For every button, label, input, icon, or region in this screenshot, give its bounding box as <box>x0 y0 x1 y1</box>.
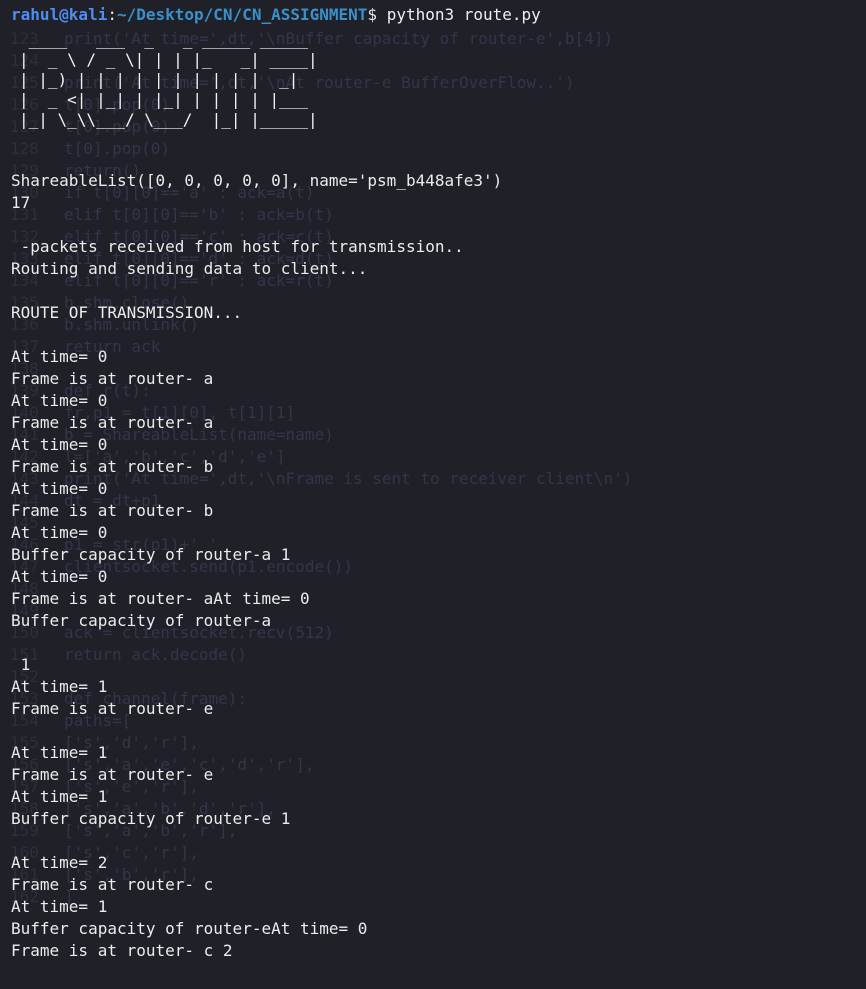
ascii-banner: ____ ___ _ _ _____ _____ | _ \ / _ \| | … <box>19 30 318 129</box>
output-line: Buffer capacity of router-a 1 <box>11 545 291 564</box>
output-line: -packets received from host for transmis… <box>11 237 464 256</box>
output-line: ShareableList([0, 0, 0, 0, 0], name='psm… <box>11 171 503 190</box>
terminal-content: rahul@kali:~/Desktop/CN/CN_ASSIGNMENT$ p… <box>11 4 861 962</box>
shell-prompt: rahul@kali:~/Desktop/CN/CN_ASSIGNMENT$ p… <box>11 4 861 26</box>
output-line: Frame is at router- aAt time= 0 <box>11 589 310 608</box>
output-line: Frame is at router- a <box>11 369 214 388</box>
output-line: At time= 0 <box>11 347 108 366</box>
output-line: At time= 1 <box>11 897 108 916</box>
output-line: Frame is at router- b <box>11 501 214 520</box>
output-line: At time= 2 <box>11 853 108 872</box>
output-line: At time= 0 <box>11 523 108 542</box>
output-line: Buffer capacity of router-eAt time= 0 <box>11 919 368 938</box>
output-line: ROUTE OF TRANSMISSION... <box>11 303 243 322</box>
output-line: At time= 1 <box>11 677 108 696</box>
prompt-separator: : <box>107 5 117 24</box>
prompt-path: ~/Desktop/CN/CN_ASSIGNMENT <box>116 5 368 24</box>
output-line: 1 <box>11 655 31 674</box>
output-line: Buffer capacity of router-a <box>11 611 272 630</box>
prompt-command: python3 route.py <box>386 5 541 24</box>
output-line: At time= 0 <box>11 435 108 454</box>
prompt-symbol: $ <box>367 5 387 24</box>
output-line: At time= 0 <box>11 391 108 410</box>
output-line: Frame is at router- e <box>11 765 214 784</box>
output-line: 17 <box>11 193 31 212</box>
output-line: Frame is at router- c <box>11 875 214 894</box>
program-output: ShareableList([0, 0, 0, 0, 0], name='psm… <box>11 170 861 962</box>
output-line: Frame is at router- e <box>11 699 214 718</box>
output-line: Frame is at router- a <box>11 413 214 432</box>
output-line: Routing and sending data to client... <box>11 259 368 278</box>
output-line: At time= 1 <box>11 787 108 806</box>
output-line: At time= 0 <box>11 567 108 586</box>
output-line: Frame is at router- c 2 <box>11 941 233 960</box>
output-line: Buffer capacity of router-e 1 <box>11 809 291 828</box>
prompt-user-host: rahul@kali <box>11 5 108 24</box>
terminal-window[interactable]: 123 print('At time=',dt,'\nBuffer capacit… <box>0 0 866 989</box>
output-line: At time= 0 <box>11 479 108 498</box>
output-line: At time= 1 <box>11 743 108 762</box>
output-line: Frame is at router- b <box>11 457 214 476</box>
